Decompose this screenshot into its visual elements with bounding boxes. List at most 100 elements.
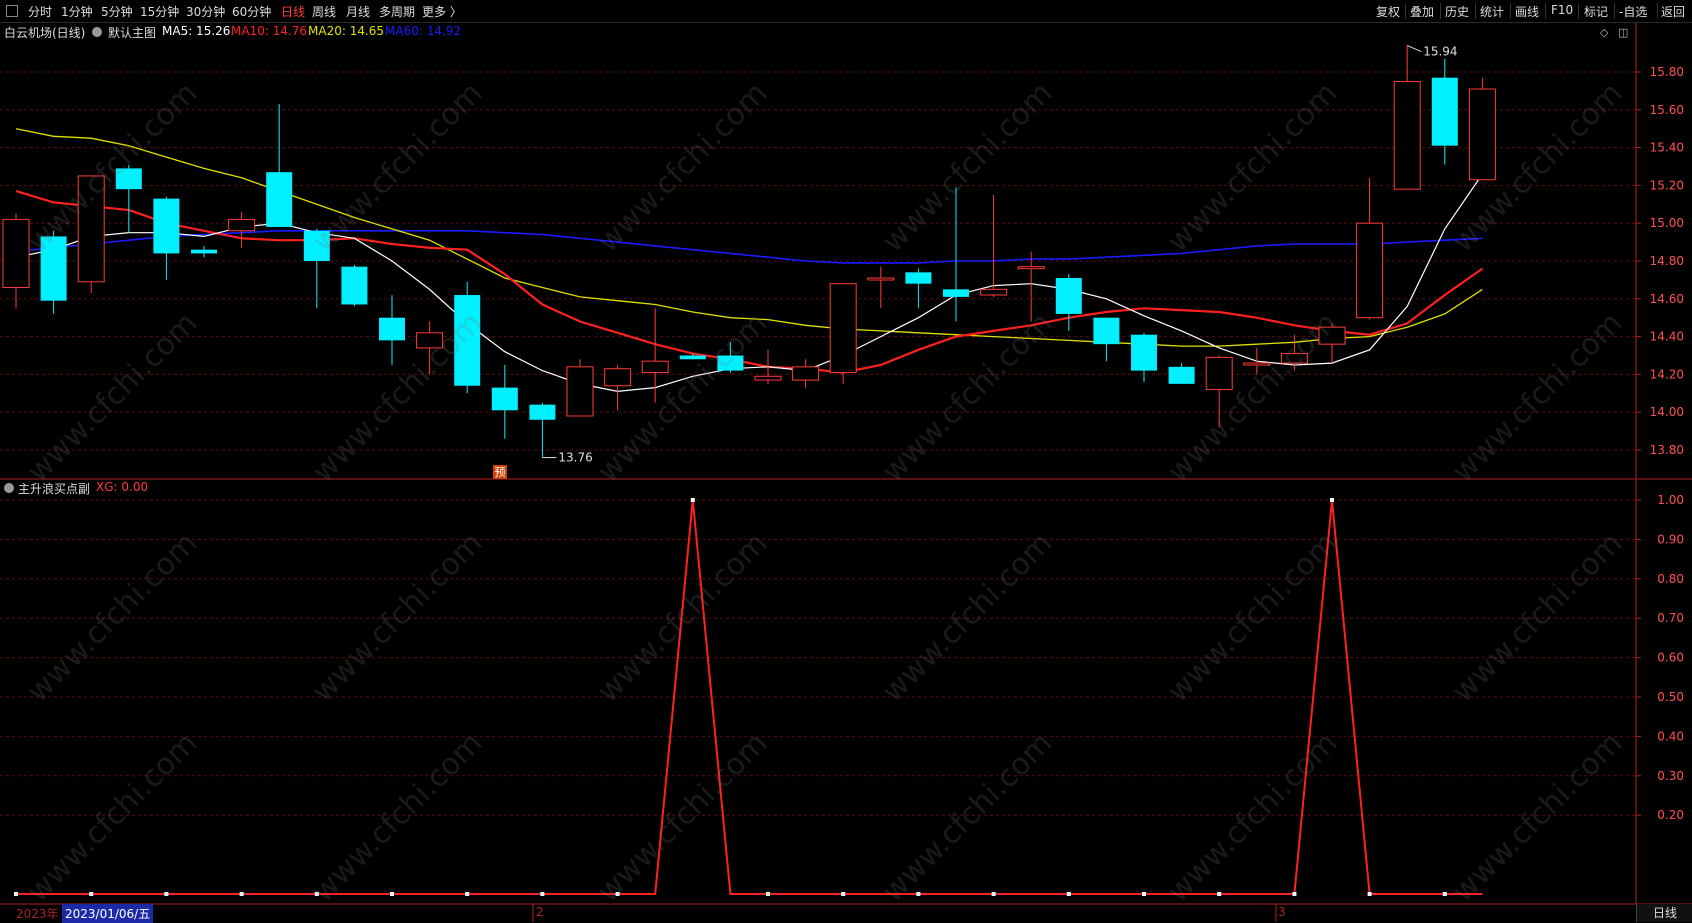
- price-tick-label: 13.80: [1650, 443, 1684, 457]
- candle: [792, 359, 820, 388]
- candle: [191, 245, 217, 258]
- price-tick-label: 14.40: [1650, 330, 1684, 344]
- price-tick-label: 14.00: [1650, 405, 1684, 419]
- f10-button[interactable]: F10: [1551, 3, 1573, 17]
- remove-watchlist-button[interactable]: -自选: [1619, 3, 1647, 20]
- tab-1min[interactable]: 1分钟: [61, 3, 93, 20]
- xg-point: [390, 892, 394, 896]
- month-label: 2: [536, 905, 544, 919]
- panel-controls: ◇ ◫: [1600, 26, 1628, 39]
- candle: [2, 213, 30, 309]
- period-button[interactable]: 日线: [1636, 904, 1692, 922]
- period-toolbar: 分时 1分钟 5分钟 15分钟 30分钟 60分钟 日线 周线 月线 多周期 更…: [0, 0, 1692, 23]
- candle-body-up: [641, 360, 669, 374]
- template-name[interactable]: 默认主图: [108, 24, 156, 41]
- tab-60min[interactable]: 60分钟: [232, 3, 271, 20]
- xg-point: [690, 498, 695, 502]
- statistics-button[interactable]: 统计: [1480, 3, 1504, 20]
- toolbar-divider: [1405, 3, 1406, 19]
- xg-point: [14, 892, 18, 896]
- ma10-value: MA10: 14.76: [231, 24, 308, 38]
- back-button[interactable]: 返回: [1661, 3, 1685, 20]
- toolbar-divider: [1657, 3, 1658, 19]
- candle-body-down: [905, 272, 932, 284]
- xg-point: [1292, 892, 1297, 896]
- xg-point: [1142, 892, 1146, 896]
- tab-5min[interactable]: 5分钟: [101, 3, 133, 20]
- high-price-label: 15.94: [1423, 45, 1457, 59]
- candle: [1393, 45, 1421, 190]
- xg-point: [465, 892, 470, 896]
- candle: [153, 196, 180, 280]
- panel-toggle-icon[interactable]: ◫: [1618, 26, 1628, 39]
- candle-body-down: [491, 387, 518, 411]
- xg-point: [239, 892, 244, 896]
- tab-multi-period[interactable]: 多周期: [379, 3, 415, 20]
- candle-body-up: [566, 366, 594, 417]
- candle-body-down: [1093, 317, 1120, 345]
- candle-body-down: [943, 289, 969, 297]
- candle-body-up: [1468, 88, 1496, 181]
- tab-15min[interactable]: 15分钟: [140, 3, 179, 20]
- candle-body-down: [1168, 366, 1195, 384]
- ma20-value: MA20: 14.65: [308, 24, 385, 38]
- candle: [905, 268, 932, 309]
- indicator-tick-label: 0.90: [1657, 532, 1684, 546]
- history-button[interactable]: 历史: [1445, 3, 1469, 20]
- price-tick-label: 15.60: [1650, 103, 1684, 117]
- candle: [379, 295, 405, 365]
- price-tick-label: 14.60: [1650, 292, 1684, 306]
- candle: [1093, 317, 1120, 362]
- candle-body-up: [1017, 266, 1045, 270]
- tab-weekly[interactable]: 周线: [312, 3, 336, 20]
- candle-body-up: [792, 366, 820, 381]
- price-tick-label: 14.80: [1650, 254, 1684, 268]
- xg-point: [766, 892, 770, 896]
- candle-body-up: [228, 218, 256, 232]
- tab-more[interactable]: 更多 〉: [422, 3, 462, 20]
- candle-body-down: [266, 172, 293, 227]
- stock-title: 白云机场(日线): [4, 26, 86, 40]
- diamond-icon[interactable]: ◇: [1600, 26, 1608, 39]
- month-label: 3: [1278, 905, 1286, 919]
- indicator-tick-label: 0.50: [1657, 690, 1684, 704]
- chart-canvas[interactable]: 15.80 15.60 15.40 15.20 15.00 14.80 14.60 14.40…: [0, 0, 1692, 922]
- ma5-line: [15, 173, 1483, 393]
- indicator-tick-label: 0.80: [1657, 572, 1684, 586]
- low-price-label: 13.76: [558, 451, 592, 465]
- year-label: 2023年: [16, 907, 59, 921]
- tab-monthly[interactable]: 月线: [346, 3, 370, 20]
- candle-body-down: [379, 317, 405, 341]
- tab-timeshare[interactable]: 分时: [28, 3, 52, 20]
- indicator-settings-circle-icon[interactable]: [4, 483, 14, 493]
- candle: [867, 266, 895, 309]
- tab-daily[interactable]: 日线: [281, 3, 305, 20]
- draw-line-button[interactable]: 画线: [1515, 3, 1539, 20]
- candle-body-down: [1431, 77, 1458, 146]
- candle-body-up: [829, 283, 857, 374]
- window-toggle-icon[interactable]: [6, 5, 18, 17]
- tab-30min[interactable]: 30分钟: [186, 3, 225, 20]
- candle-body-up: [1205, 356, 1233, 391]
- price-tick-label: 15.00: [1650, 216, 1684, 230]
- xg-point: [164, 892, 169, 896]
- toolbar-divider: [1545, 3, 1546, 19]
- candle-body-up: [1356, 222, 1384, 319]
- mark-button[interactable]: 标记: [1584, 3, 1608, 20]
- overlay-button[interactable]: 叠加: [1410, 3, 1434, 20]
- xg-point: [1442, 892, 1447, 896]
- toolbar-divider: [1614, 3, 1615, 19]
- candle: [980, 194, 1008, 297]
- xg-point: [1217, 892, 1222, 896]
- indicator-xg-value: XG: 0.00: [96, 480, 149, 494]
- toolbar-divider: [1440, 3, 1441, 19]
- indicator-tick-label: 0.60: [1657, 651, 1684, 665]
- settings-circle-icon[interactable]: [92, 27, 102, 37]
- restore-rights-button[interactable]: 复权: [1376, 3, 1400, 20]
- candle: [1431, 58, 1458, 165]
- indicator-title[interactable]: 主升浪买点副: [18, 480, 90, 497]
- cursor-date-label: 2023/01/06/五: [62, 904, 154, 923]
- indicator-tick-label: 0.30: [1657, 769, 1684, 783]
- indicator-tick-label: 0.70: [1657, 611, 1684, 625]
- xg-point: [991, 892, 996, 896]
